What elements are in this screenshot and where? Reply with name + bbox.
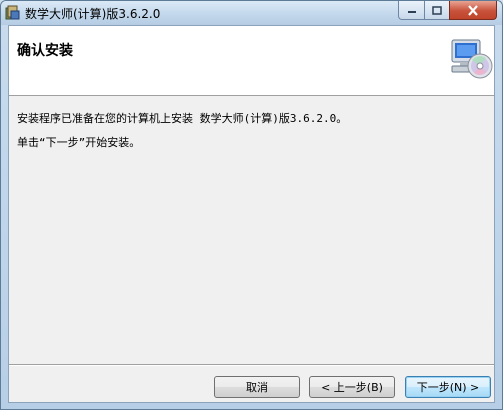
close-icon [468, 4, 478, 16]
app-icon[interactable] [5, 5, 21, 21]
maximize-icon [432, 5, 442, 15]
maximize-button[interactable] [424, 1, 450, 20]
header-banner: 确认安装 [9, 26, 494, 96]
close-button[interactable] [449, 1, 497, 20]
minimize-icon [407, 11, 416, 13]
instruction-message: 单击“下一步”开始安装。 [17, 136, 141, 149]
next-button[interactable]: 下一步(N) > [405, 376, 491, 398]
title-bar[interactable]: 数学大师(计算)版3.6.2.0 [1, 1, 502, 25]
back-button[interactable]: < 上一步(B) [309, 376, 395, 398]
ready-message: 安装程序已准备在您的计算机上安装 数学大师(计算)版3.6.2.0。 [17, 112, 348, 125]
window-title: 数学大师(计算)版3.6.2.0 [25, 7, 161, 21]
dialog-client-area: 确认安装 安装程序已准备在您的计算机上安装 数学大师(计算)版3.6.2.0。 … [8, 25, 495, 403]
computer-cd-icon [446, 38, 494, 82]
cancel-button[interactable]: 取消 [214, 376, 300, 398]
minimize-button[interactable] [398, 1, 425, 20]
installer-window: 数学大师(计算)版3.6.2.0 确认安装 安装程序已准备在您的计算机上安装 数… [0, 0, 503, 410]
footer-divider [9, 364, 494, 366]
page-title: 确认安装 [17, 43, 73, 59]
